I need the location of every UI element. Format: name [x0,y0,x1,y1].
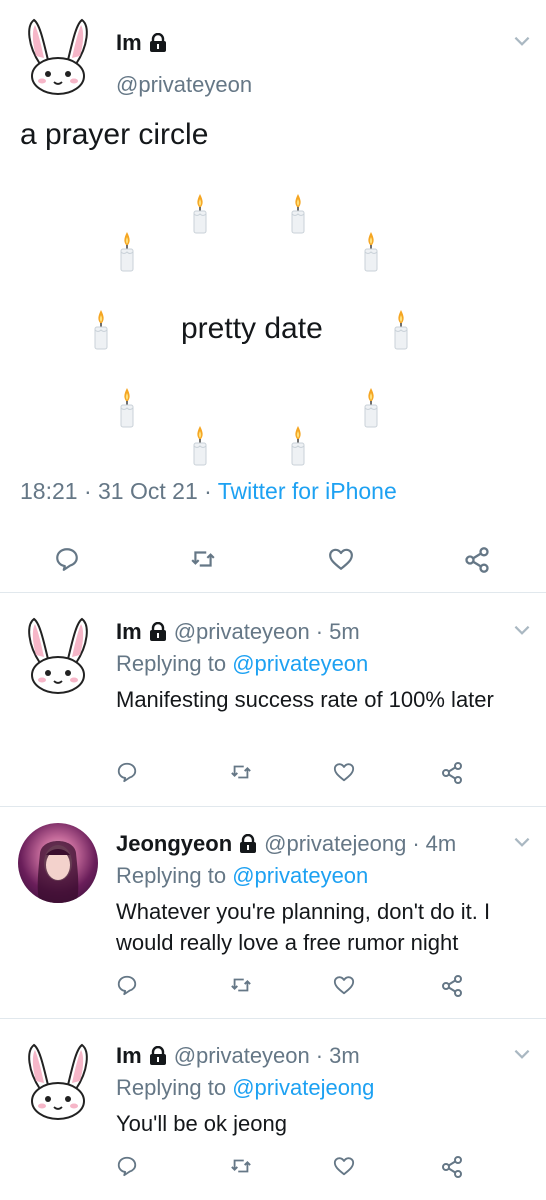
tweet-text: a prayer circle [20,118,209,151]
avatar-photo-image [37,841,79,903]
display-name[interactable]: Im [116,30,142,56]
replying-to: Replying to @privateyeon [116,651,368,677]
replying-to-handle[interactable]: @privateyeon [232,863,368,888]
reply-header: Jeongyeon @privatejeong · 4m [116,831,456,857]
share-icon[interactable] [463,546,491,574]
separator-dot: · [315,619,324,644]
display-name[interactable]: Jeongyeon [116,831,232,857]
author-handle[interactable]: @privateyeon [174,619,310,645]
like-icon[interactable] [328,546,354,572]
chevron-down-icon[interactable] [511,1043,533,1065]
candle-icon [362,386,380,428]
author-handle[interactable]: @privateyeon [116,72,252,98]
share-icon[interactable] [440,1155,464,1179]
share-icon[interactable] [440,974,464,998]
replying-to: Replying to @privatejeong [116,1075,374,1101]
tweet-time: 18:21 [20,478,78,504]
main-tweet: Im @privateyeon a prayer circle pretty d… [0,0,546,590]
chevron-down-icon[interactable] [511,30,533,52]
tweet-meta: 18:21 · 31 Oct 21 · Twitter for iPhone [20,478,397,504]
display-name[interactable]: Im [116,619,142,645]
reply-header: Im @privateyeon · 5m [116,619,360,645]
avatar[interactable] [18,16,98,96]
separator-dot: · [412,831,420,856]
tweet-source[interactable]: Twitter for iPhone [218,478,397,504]
reply-text: You'll be ok jeong [116,1111,287,1136]
avatar[interactable] [18,615,98,695]
reply-text: Manifesting success rate of 100% later [116,687,494,712]
replying-label: Replying to [116,863,227,888]
tweet-date: 31 Oct 21 [98,478,198,504]
replying-to-handle[interactable]: @privateyeon [232,651,368,676]
replying-label: Replying to [116,651,227,676]
chevron-down-icon[interactable] [511,831,533,853]
like-icon[interactable] [333,974,355,996]
replying-label: Replying to [116,1075,227,1100]
candle-icon [289,424,307,466]
author-handle[interactable]: @privatejeong [264,831,406,857]
tweet-author[interactable]: Im [116,30,168,56]
reply-text: Whatever you're planning, don't do it. I… [116,899,491,955]
candle-icon [118,386,136,428]
avatar[interactable] [18,1041,98,1121]
reply-icon[interactable] [54,546,80,572]
lock-icon [148,622,168,642]
author-handle[interactable]: @privateyeon [174,1043,310,1069]
retweet-icon[interactable] [228,1155,254,1177]
reply-icon[interactable] [116,761,138,783]
candle-icon [362,230,380,272]
reply-icon[interactable] [116,1155,138,1177]
retweet-icon[interactable] [228,761,254,783]
avatar[interactable] [18,823,98,903]
retweet-icon[interactable] [188,546,218,572]
reply-tweet[interactable]: Jeongyeon @privatejeong · 4m Replying to… [0,807,546,1017]
chevron-down-icon[interactable] [511,619,533,641]
tweet-time: 5m [329,619,360,644]
separator-dot: · [315,1043,324,1068]
reply-tweet[interactable]: Im @privateyeon · 5m Replying to @privat… [0,593,546,805]
reply-header: Im @privateyeon · 3m [116,1043,360,1069]
tweet-center-text: pretty date [181,312,323,345]
candle-icon [392,308,410,350]
tweet-time: 3m [329,1043,360,1068]
reply-tweet[interactable]: Im @privateyeon · 3m Replying to @privat… [0,1019,546,1200]
reply-icon[interactable] [116,974,138,996]
like-icon[interactable] [333,1155,355,1177]
candle-icon [92,308,110,350]
share-icon[interactable] [440,761,464,785]
candle-icon [289,192,307,234]
replying-to-handle[interactable]: @privatejeong [232,1075,374,1100]
candle-icon [191,192,209,234]
candle-icon [118,230,136,272]
lock-icon [148,1046,168,1066]
lock-icon [148,33,168,53]
lock-icon [238,834,258,854]
candle-icon [191,424,209,466]
retweet-icon[interactable] [228,974,254,996]
like-icon[interactable] [333,761,355,783]
display-name[interactable]: Im [116,1043,142,1069]
tweet-time: 4m [425,831,457,856]
replying-to: Replying to @privateyeon [116,863,368,889]
